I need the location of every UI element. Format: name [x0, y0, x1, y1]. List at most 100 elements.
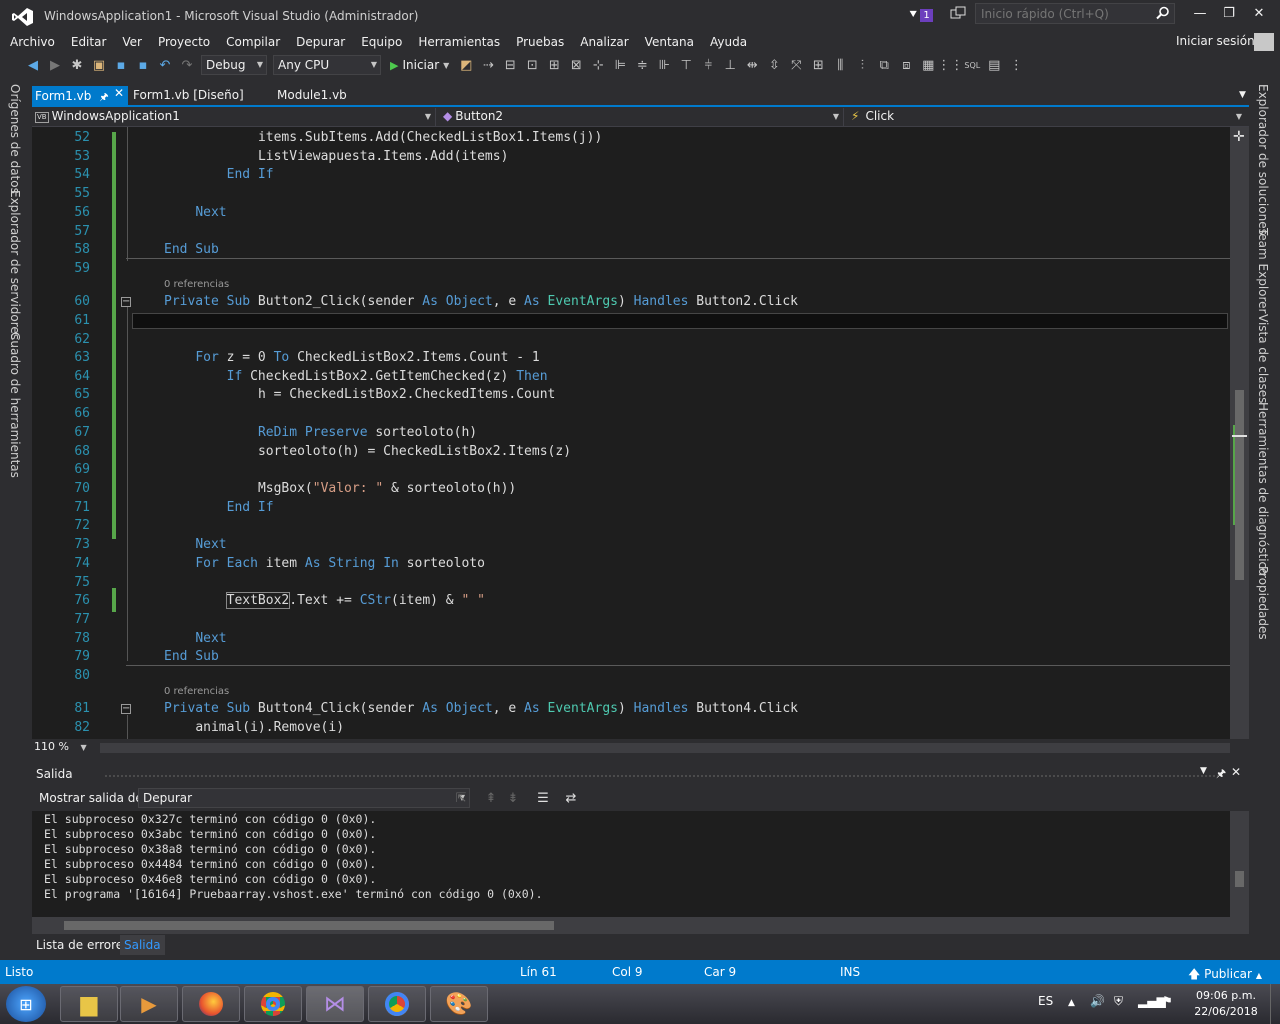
output-scroll-thumb[interactable] — [1235, 871, 1244, 887]
menu-archivo[interactable]: Archivo — [0, 32, 63, 52]
pin-icon[interactable]: 🖈 — [1216, 765, 1226, 784]
word-wrap-icon[interactable]: ⇄ — [560, 788, 582, 808]
tab-error-list[interactable]: Lista de errores — [32, 935, 133, 955]
code-line[interactable]: 55 — [32, 185, 1230, 203]
code-line[interactable]: 76 TextBox2.Text += CStr(item) & " " — [32, 592, 1230, 610]
menu-analizar[interactable]: Analizar — [572, 32, 636, 52]
same-size-icon[interactable]: ⤧ — [785, 55, 807, 75]
align-bottom-icon[interactable]: ⊥ — [719, 55, 741, 75]
code-line[interactable]: 60 Private Sub Button2_Click(sender As Ob… — [32, 293, 1230, 311]
restore-button[interactable]: ❐ — [1215, 4, 1243, 24]
tab-server-explorer[interactable]: Explorador de servidores — [8, 190, 22, 340]
tab-overflow-icon[interactable]: ▼ — [1236, 86, 1246, 105]
new-project-icon[interactable]: ✱ — [66, 55, 88, 75]
menu-depurar[interactable]: Depurar — [288, 32, 353, 52]
navigate-forward-icon[interactable]: ▶ — [44, 55, 66, 75]
taskbar-chrome[interactable] — [244, 986, 302, 1022]
pin-icon[interactable]: 🖈 — [99, 92, 108, 103]
same-height-icon[interactable]: ⇳ — [763, 55, 785, 75]
format-tool-icon[interactable]: ⊞ — [543, 55, 565, 75]
navigate-back-icon[interactable]: ◀ — [22, 55, 44, 75]
code-line[interactable]: 73 Next — [32, 536, 1230, 554]
table-icon[interactable]: ▤ — [983, 55, 1005, 75]
code-line[interactable]: 53 ListViewapuesta.Items.Add(items) — [32, 148, 1230, 166]
code-line[interactable]: 80 — [32, 667, 1230, 685]
grid-icon[interactable]: ⋮⋮ — [937, 55, 963, 75]
prev-message-icon[interactable]: ⇞ — [480, 788, 502, 808]
clear-all-icon[interactable]: ☰ — [532, 788, 554, 808]
collapse-icon[interactable]: − — [121, 704, 131, 714]
code-line[interactable]: 58 End Sub — [32, 241, 1230, 259]
publish-button[interactable]: 🡅 Publicar ▲ — [1188, 965, 1262, 986]
quick-launch[interactable] — [975, 3, 1175, 24]
solution-config-select[interactable]: Debug ▼ — [201, 55, 267, 75]
close-tab-icon[interactable]: ✕ — [114, 86, 124, 100]
code-line[interactable]: 81 Private Sub Button4_Click(sender As Ob… — [32, 700, 1230, 718]
project-select[interactable]: VB WindowsApplication1 ▼ — [32, 108, 436, 126]
format-tool-icon[interactable]: ⊡ — [521, 55, 543, 75]
doc-tab-form1-design[interactable]: Form1.vb [Diseño] — [130, 86, 244, 105]
menu-editar[interactable]: Editar — [63, 32, 115, 52]
codelens-references[interactable]: 0 referencias — [164, 278, 229, 292]
code-line[interactable]: 52 items.SubItems.Add(CheckedListBox1.Ite… — [32, 129, 1230, 147]
find-message-icon[interactable]: ⇱ — [450, 788, 472, 808]
output-source-select[interactable]: Depurar ▼ — [138, 788, 470, 808]
undo-icon[interactable]: ↶ — [154, 55, 176, 75]
next-message-icon[interactable]: ⇟ — [502, 788, 524, 808]
feedback-icon[interactable] — [950, 6, 966, 22]
send-back-icon[interactable]: ⧈ — [895, 55, 917, 75]
align-center-icon[interactable]: ≑ — [631, 55, 653, 75]
format-tool-icon[interactable]: ⊠ — [565, 55, 587, 75]
save-all-icon[interactable]: ▪ — [132, 55, 154, 75]
code-line[interactable]: 75 — [32, 574, 1230, 592]
snap-grid-icon[interactable]: ⊞ — [807, 55, 829, 75]
code-line[interactable]: 82 animal(i).Remove(i) — [32, 719, 1230, 737]
toolbar-options-icon[interactable]: ⋮ — [1005, 55, 1027, 75]
code-line[interactable]: 56 Next — [32, 204, 1230, 222]
close-button[interactable]: ✕ — [1245, 4, 1273, 24]
close-panel-icon[interactable]: ✕ — [1231, 765, 1241, 779]
code-line[interactable]: 54 End If — [32, 166, 1230, 184]
menu-equipo[interactable]: Equipo — [353, 32, 410, 52]
code-line[interactable]: 77 — [32, 611, 1230, 629]
code-line[interactable]: 65 h = CheckedListBox2.CheckedItems.Count — [32, 386, 1230, 404]
start-debug-button[interactable]: ▶ Iniciar ▼ — [384, 58, 455, 72]
sign-in-link[interactable]: Iniciar sesión — [1176, 34, 1255, 48]
doc-tab-module1-vb[interactable]: Module1.vb — [274, 86, 347, 105]
taskbar-chrome-2[interactable] — [368, 986, 426, 1022]
spacing-icon[interactable]: ⫶ — [851, 55, 873, 75]
code-line[interactable]: 64 If CheckedListBox2.GetItemChecked(z) T… — [32, 368, 1230, 386]
code-line[interactable]: 62 — [32, 331, 1230, 349]
menu-ver[interactable]: Ver — [114, 32, 150, 52]
code-line[interactable]: 68 sorteoloto(h) = CheckedListBox2.Items(… — [32, 443, 1230, 461]
security-icon[interactable]: ⛨ — [1114, 994, 1123, 1009]
account-avatar-icon[interactable] — [1254, 33, 1274, 51]
code-line[interactable]: 66 — [32, 405, 1230, 423]
platform-select[interactable]: Any CPU ▼ — [273, 55, 381, 75]
event-select[interactable]: ⚡ Click ▼ — [848, 108, 1246, 126]
code-line[interactable]: 59 — [32, 260, 1230, 278]
tab-team-explorer[interactable]: Team Explorer — [1256, 228, 1270, 314]
menu-proyecto[interactable]: Proyecto — [150, 32, 218, 52]
editor-horizontal-scrollbar[interactable] — [100, 743, 1230, 753]
taskbar-visual-studio[interactable]: ⋈ — [306, 986, 364, 1022]
tab-diagnostic-tools[interactable]: Herramientas de diagnóstico — [1256, 402, 1270, 575]
taskbar-firefox[interactable] — [182, 986, 240, 1022]
tab-order-icon[interactable]: ▦ — [917, 55, 939, 75]
code-editor[interactable]: 52 items.SubItems.Add(CheckedListBox1.Ite… — [32, 127, 1230, 739]
save-icon[interactable]: ▪ — [110, 55, 132, 75]
bring-front-icon[interactable]: ⧉ — [873, 55, 895, 75]
panel-options-icon[interactable]: ▼ — [1200, 766, 1207, 776]
action-center-icon[interactable]: ⚑ — [1162, 994, 1173, 1008]
quick-launch-input[interactable] — [976, 4, 1174, 23]
code-line[interactable]: 70 MsgBox("Valor: " & sorteoloto(h)) — [32, 480, 1230, 498]
system-clock[interactable]: 09:06 p.m. 22/06/2018 — [1186, 988, 1266, 1020]
codelens-references[interactable]: 0 referencias — [164, 685, 229, 699]
spacing-icon[interactable]: ⫼ — [829, 55, 851, 75]
redo-icon[interactable]: ↷ — [176, 55, 198, 75]
format-tool-icon[interactable]: ⊟ — [499, 55, 521, 75]
menu-pruebas[interactable]: Pruebas — [508, 32, 572, 52]
minimize-button[interactable]: — — [1186, 4, 1214, 24]
code-line[interactable]: 71 End If — [32, 499, 1230, 517]
code-line[interactable]: 79 End Sub — [32, 648, 1230, 666]
